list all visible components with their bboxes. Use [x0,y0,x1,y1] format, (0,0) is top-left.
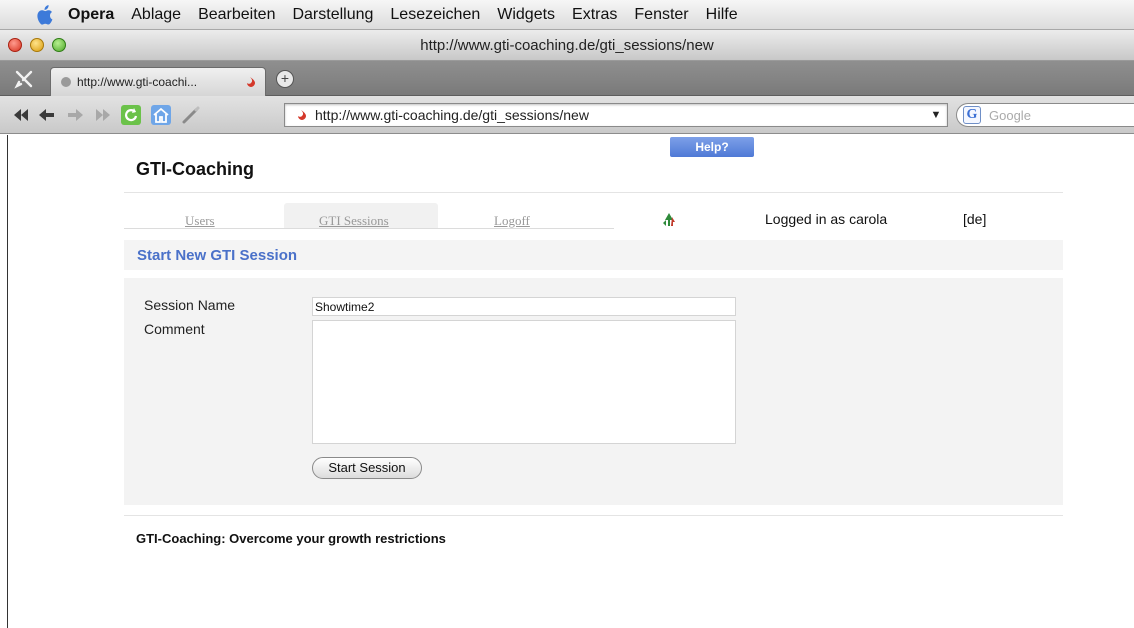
menu-lesezeichen[interactable]: Lesezeichen [390,6,480,24]
menu-darstellung[interactable]: Darstellung [292,6,373,24]
menu-fenster[interactable]: Fenster [634,6,688,24]
window-titlebar: http://www.gti-coaching.de/gti_sessions/… [0,30,1134,61]
section-header: Start New GTI Session [124,240,1063,270]
session-name-label: Session Name [144,297,236,313]
address-bar[interactable]: http://www.gti-coaching.de/gti_sessions/… [284,103,948,127]
address-text[interactable]: http://www.gti-coaching.de/gti_sessions/… [315,107,925,123]
section-title: Start New GTI Session [137,247,298,264]
apple-icon[interactable] [34,4,54,25]
tab-label: http://www.gti-coachi... [77,75,198,89]
dropdown-icon[interactable]: ▼ [925,109,947,121]
tab-strip: http://www.gti-coachi... + [0,61,1134,96]
menu-bar: Opera Ablage Bearbeiten Darstellung Lese… [0,0,1134,30]
comment-label: Comment [144,321,205,337]
reload-icon[interactable] [120,105,142,125]
rewind-icon[interactable] [10,105,32,125]
window-title: http://www.gti-coaching.de/gti_sessions/… [420,37,714,54]
header-divider [124,192,1063,193]
tree-icon [661,211,677,227]
fast-forward-icon[interactable] [92,105,114,125]
start-session-button[interactable]: Start Session [312,457,422,479]
window-left-edge [7,135,8,628]
footer-tagline: GTI-Coaching: Overcome your growth restr… [136,531,446,546]
search-input[interactable] [989,107,1109,123]
home-icon[interactable] [150,105,172,125]
tools-icon[interactable] [14,69,34,89]
logged-in-status: Logged in as carola [765,211,888,227]
forward-icon[interactable] [64,105,86,125]
menu-bearbeiten[interactable]: Bearbeiten [198,6,275,24]
menu-hilfe[interactable]: Hilfe [706,6,738,24]
session-name-input[interactable] [312,297,736,316]
tab-users[interactable]: Users [185,213,215,229]
navigation-toolbar: http://www.gti-coaching.de/gti_sessions/… [0,96,1134,134]
menu-ablage[interactable]: Ablage [131,6,181,24]
favicon-icon [293,107,309,123]
new-tab-icon[interactable]: + [276,70,294,88]
footer-divider [124,515,1063,516]
page-content: Help? GTI-Coaching Users GTI Sessions Lo… [0,135,1134,628]
session-form: Session Name Comment Start Session [124,278,1063,505]
tab-logoff[interactable]: Logoff [494,213,530,229]
comment-textarea[interactable] [312,320,736,444]
search-box[interactable]: G [956,103,1134,127]
menu-extras[interactable]: Extras [572,6,617,24]
help-button[interactable]: Help? [670,137,754,157]
menu-widgets[interactable]: Widgets [497,6,555,24]
browser-tab[interactable]: http://www.gti-coachi... [50,67,266,96]
back-icon[interactable] [36,105,58,125]
google-icon[interactable]: G [963,106,981,124]
tab-gti-sessions[interactable]: GTI Sessions [319,213,389,229]
site-title: GTI-Coaching [136,159,254,179]
menu-app-opera[interactable]: Opera [68,6,114,24]
tab-close-icon[interactable] [61,77,71,87]
wand-icon[interactable] [180,105,202,125]
nav-underline [124,228,614,229]
language-switch[interactable]: [de] [963,211,986,227]
favicon-icon [243,75,257,89]
